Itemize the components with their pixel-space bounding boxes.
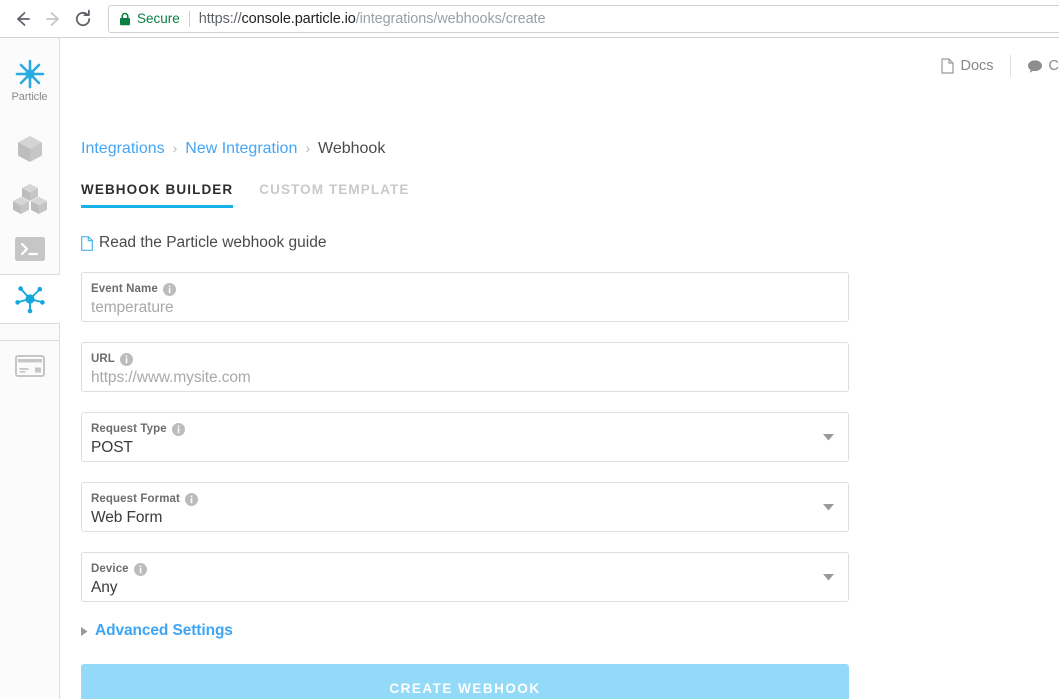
breadcrumb-item-webhook: Webhook: [318, 140, 386, 157]
field-value-device: Any: [91, 579, 118, 596]
sidebar-item-console-cli[interactable]: [0, 224, 60, 274]
secure-label: Secure: [137, 11, 180, 26]
tab-custom-template[interactable]: CUSTOM TEMPLATE: [259, 182, 409, 208]
page-body: Integrations › New Integration › Webhook…: [60, 140, 1059, 699]
url-path: /integrations/webhooks/create: [355, 10, 546, 27]
docs-link[interactable]: Docs: [941, 58, 994, 74]
topbar-divider: [1009, 55, 1011, 77]
url-text: https://console.particle.io/integrations…: [199, 11, 546, 27]
document-icon: [81, 235, 93, 251]
field-event-name[interactable]: Event Name temperature: [81, 272, 849, 322]
field-label-url: URL: [91, 353, 834, 366]
info-icon[interactable]: [133, 563, 147, 576]
address-bar[interactable]: Secure https://console.particle.io/integ…: [108, 4, 1059, 33]
main-content: Docs C Integrations › New Integration › …: [60, 38, 1059, 699]
document-icon: [941, 58, 955, 74]
field-request-format[interactable]: Request Format Web Form: [81, 482, 849, 532]
triangle-right-icon: [81, 626, 88, 636]
sidebar-item-billing[interactable]: [0, 340, 60, 390]
breadcrumb-item-new-integration[interactable]: New Integration: [185, 140, 297, 158]
sidebar-item-integrations[interactable]: [0, 274, 61, 324]
arrow-left-icon: [17, 11, 30, 26]
reload-icon: [75, 9, 91, 26]
browser-forward-button[interactable]: [38, 4, 68, 34]
browser-toolbar: Secure https://console.particle.io/integ…: [0, 0, 1059, 38]
breadcrumb-separator: ›: [172, 140, 178, 156]
omnibox-divider: [188, 10, 190, 27]
label-text: URL: [91, 353, 115, 365]
integrations-hub-icon: [15, 286, 45, 314]
tab-webhook-builder[interactable]: WEBHOOK BUILDER: [81, 182, 234, 208]
create-webhook-button[interactable]: CREATE WEBHOOK: [81, 664, 849, 699]
label-text: Request Type: [91, 423, 167, 435]
info-icon[interactable]: [171, 423, 185, 436]
breadcrumb-item-integrations[interactable]: Integrations: [81, 140, 165, 158]
breadcrumb: Integrations › New Integration › Webhook: [81, 140, 1039, 158]
top-utility-bar: Docs C: [60, 38, 1059, 94]
sidebar-logo-label: Particle: [11, 90, 48, 103]
particle-logo-icon: [15, 59, 44, 88]
url-host: console.particle.io: [241, 10, 356, 27]
chat-label: C: [1048, 58, 1059, 74]
sidebar-item-products[interactable]: [0, 174, 60, 224]
webhook-guide-link[interactable]: Read the Particle webhook guide: [81, 234, 1039, 252]
docs-label: Docs: [960, 58, 994, 74]
info-icon[interactable]: [119, 353, 133, 366]
url-scheme: https://: [198, 10, 242, 27]
sidebar: Particle: [0, 38, 61, 699]
field-url[interactable]: URL https://www.mysite.com: [81, 342, 849, 392]
browser-reload-button[interactable]: [68, 4, 98, 34]
breadcrumb-separator: ›: [305, 140, 311, 156]
info-icon[interactable]: [162, 283, 176, 296]
field-label-request-type: Request Type: [91, 423, 834, 436]
webhook-form: Event Name temperature URL https://www.m…: [81, 272, 849, 699]
cubes-icon: [12, 184, 47, 214]
browser-back-button[interactable]: [8, 4, 38, 34]
field-label-event-name: Event Name: [91, 283, 834, 296]
webhook-guide-label: Read the Particle webhook guide: [99, 234, 327, 251]
tab-bar: WEBHOOK BUILDER CUSTOM TEMPLATE: [81, 182, 1039, 208]
terminal-icon: [14, 237, 45, 261]
field-value-event-name: temperature: [91, 299, 174, 316]
lock-icon: [119, 12, 131, 26]
label-text: Request Format: [91, 493, 180, 505]
field-value-url: https://www.mysite.com: [91, 369, 251, 386]
field-value-request-type: POST: [91, 439, 133, 456]
arrow-right-icon: [46, 11, 59, 26]
credit-card-icon: [14, 354, 45, 377]
sidebar-item-devices[interactable]: [0, 124, 60, 174]
chat-link[interactable]: C: [1027, 58, 1059, 74]
chat-bubble-icon: [1027, 59, 1043, 74]
info-icon[interactable]: [184, 493, 198, 506]
cube-icon: [17, 136, 42, 162]
field-label-request-format: Request Format: [91, 493, 834, 506]
advanced-settings-label: Advanced Settings: [95, 622, 233, 639]
field-label-device: Device: [91, 563, 834, 576]
sidebar-item-logo[interactable]: Particle: [0, 50, 60, 110]
field-device[interactable]: Device Any: [81, 552, 849, 602]
field-request-type[interactable]: Request Type POST: [81, 412, 849, 462]
label-text: Event Name: [91, 283, 158, 295]
field-value-request-format: Web Form: [91, 509, 163, 526]
app-shell: Particle Docs C Integrations › New Integ…: [0, 38, 1059, 699]
label-text: Device: [91, 563, 129, 575]
advanced-settings-toggle[interactable]: Advanced Settings: [81, 622, 849, 640]
